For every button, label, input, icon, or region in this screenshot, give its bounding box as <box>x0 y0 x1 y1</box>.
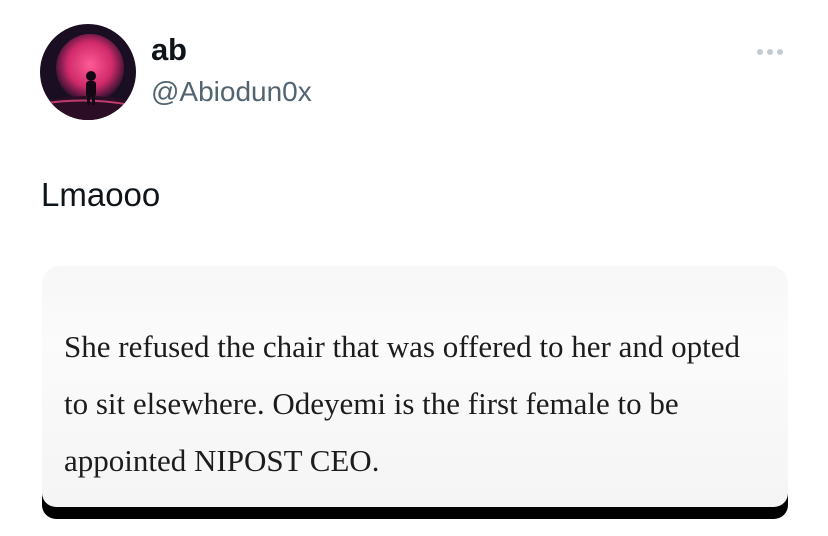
tweet-text: Lmaooo <box>41 176 161 213</box>
avatar[interactable] <box>40 24 136 120</box>
dot <box>777 49 783 55</box>
quote-text: She refused the chair that was offered t… <box>64 329 741 478</box>
user-handle[interactable]: @Abiodun0x <box>151 76 312 108</box>
dot <box>767 49 773 55</box>
dot <box>757 49 763 55</box>
more-options-icon[interactable] <box>750 40 790 64</box>
display-name[interactable]: ab <box>151 32 187 68</box>
media-image[interactable]: She refused the chair that was offered t… <box>42 266 788 519</box>
